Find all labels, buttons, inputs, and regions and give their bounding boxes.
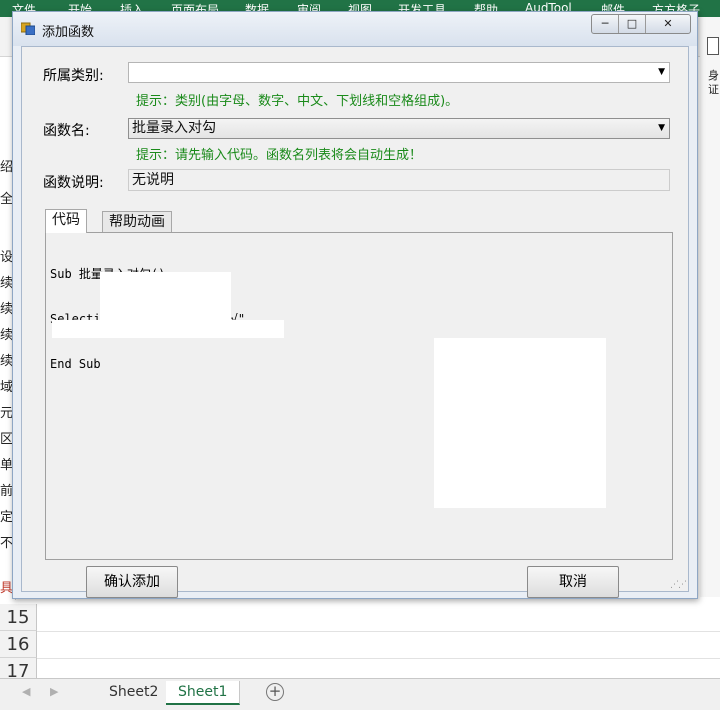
description-value: 无说明 <box>132 172 174 188</box>
sheet-tab-sheet1[interactable]: Sheet1 <box>166 681 241 705</box>
category-hint: 提示：类别(由字母、数字、中文、下划线和空格组成)。 <box>136 94 459 109</box>
worksheet-grid[interactable]: 15 16 17 <box>0 600 720 685</box>
form-icon <box>21 22 35 35</box>
dialog-title: 添加函数 <box>42 25 95 40</box>
tab-help-animation[interactable]: 帮助动画 <box>102 211 172 233</box>
function-name-label: 函数名: <box>43 123 90 139</box>
sheet-next-icon[interactable]: ▶ <box>50 685 58 698</box>
gridline <box>37 658 720 659</box>
rendering-artifact <box>434 338 606 508</box>
rendering-artifact <box>52 320 284 338</box>
sheet-tab-sheet2[interactable]: Sheet2 <box>97 681 172 705</box>
category-label: 所属类别: <box>43 68 104 84</box>
add-function-dialog: 添加函数 ─ □ ✕ 所属类别: ▼ 提示：类别(由字母、数字、中文、下划线和空… <box>12 11 698 599</box>
minimize-icon[interactable]: ─ <box>592 15 619 33</box>
right-strip-char: 证 <box>708 83 719 96</box>
row-header-16[interactable]: 16 <box>0 631 37 658</box>
confirm-add-button[interactable]: 确认添加 <box>86 566 178 598</box>
gridline <box>37 631 720 632</box>
document-icon[interactable] <box>707 37 719 55</box>
rendering-artifact <box>100 272 231 320</box>
cancel-button[interactable]: 取消 <box>527 566 619 598</box>
dialog-titlebar[interactable]: 添加函数 ─ □ ✕ <box>13 12 697 46</box>
row-header-15[interactable]: 15 <box>0 604 37 631</box>
chevron-down-icon[interactable]: ▼ <box>658 119 665 138</box>
function-name-value: 批量录入对勾 <box>132 120 216 136</box>
maximize-icon[interactable]: □ <box>619 15 646 33</box>
category-combobox[interactable]: ▼ <box>128 62 670 83</box>
code-tab-panel: Sub 批量录入对勾() Selection.FormulaR1C1 = "√"… <box>45 232 673 560</box>
tab-code[interactable]: 代码 <box>45 209 87 233</box>
window-controls: ─ □ ✕ <box>591 14 691 34</box>
description-label: 函数说明: <box>43 175 104 191</box>
add-sheet-icon[interactable]: + <box>266 683 284 701</box>
right-side-strip: 身 证 <box>700 17 720 597</box>
function-name-hint: 提示：请先输入代码。函数名列表将会自动生成！ <box>136 148 423 163</box>
close-icon[interactable]: ✕ <box>646 15 690 33</box>
sheet-prev-icon[interactable]: ◀ <box>22 685 30 698</box>
function-name-combobox[interactable]: 批量录入对勾 ▼ <box>128 118 670 139</box>
chevron-down-icon[interactable]: ▼ <box>658 63 665 82</box>
description-field[interactable]: 无说明 <box>128 169 670 191</box>
resize-grip-icon[interactable]: ⋰⋰ <box>670 580 687 590</box>
sheet-tab-bar: ◀ ▶ Sheet2 Sheet1 + <box>0 678 720 710</box>
dialog-client-area: 所属类别: ▼ 提示：类别(由字母、数字、中文、下划线和空格组成)。 函数名: … <box>21 46 689 598</box>
